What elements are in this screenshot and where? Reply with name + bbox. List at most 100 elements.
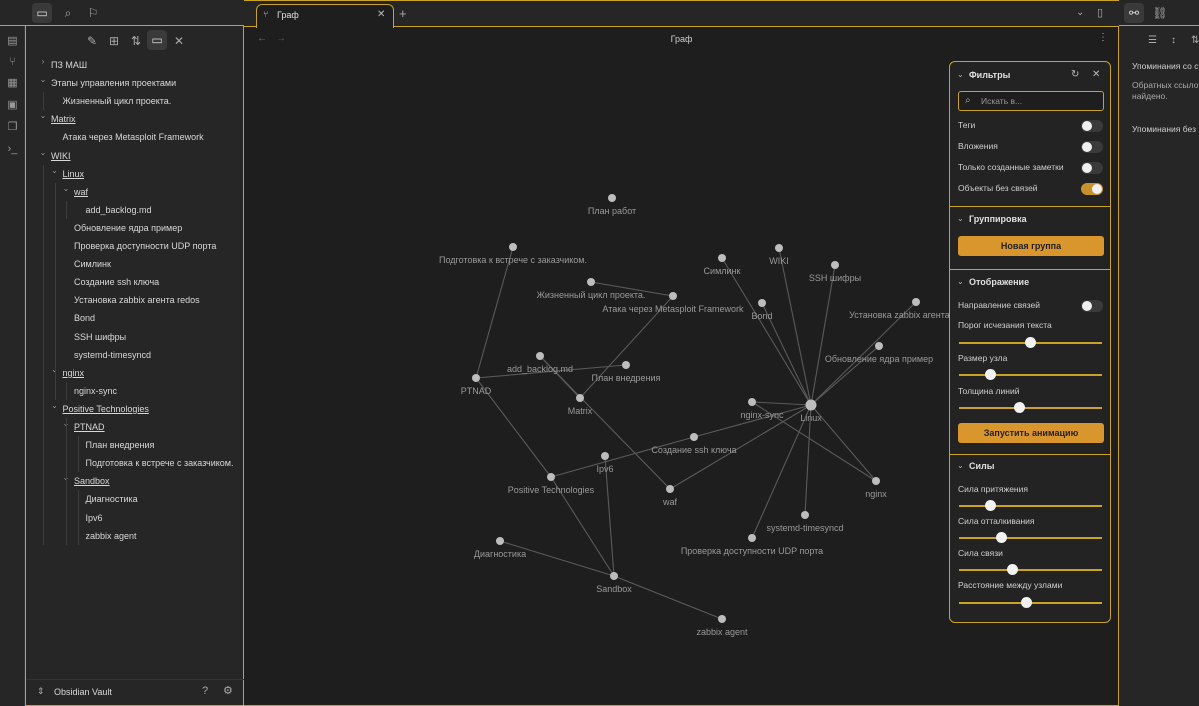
chevron-down-icon[interactable]: ⌄ — [38, 148, 48, 157]
tree-file[interactable]: План внедрения — [86, 436, 155, 454]
calendar-icon[interactable]: ▣ — [0, 94, 25, 115]
slider-text-fade[interactable] — [959, 337, 1102, 348]
close-tab-icon[interactable]: ✕ — [377, 9, 385, 20]
tree-file[interactable]: Создание ssh ключа — [74, 273, 159, 291]
tree-folder[interactable]: Sandbox — [74, 472, 110, 490]
graph-node[interactable] — [690, 433, 698, 441]
slider-link-distance[interactable] — [959, 597, 1102, 608]
new-folder-icon[interactable]: ⊞ — [104, 31, 124, 51]
close-icon[interactable]: ✕ — [1092, 69, 1100, 80]
tree-file[interactable]: Обновление ядра пример — [74, 219, 182, 237]
tree-folder[interactable]: Matrix — [51, 110, 76, 128]
toggle-arrows[interactable] — [1081, 300, 1103, 312]
graph-node[interactable] — [775, 244, 783, 252]
collapse-all-icon[interactable]: ✕ — [169, 31, 189, 51]
folder-icon[interactable]: ▭ — [32, 3, 52, 23]
help-icon[interactable]: ? — [202, 685, 208, 697]
tab-graph[interactable]: ⑂ Граф ✕ — [256, 4, 394, 28]
settings-icon[interactable]: ⚙ — [223, 684, 233, 697]
chevron-down-icon[interactable]: ⌄ — [957, 461, 964, 470]
graph-node[interactable] — [608, 194, 616, 202]
graph-node[interactable] — [587, 278, 595, 286]
chevron-down-icon[interactable]: ⌄ — [1076, 7, 1084, 18]
graph-node[interactable] — [912, 298, 920, 306]
graph-node[interactable] — [872, 477, 880, 485]
new-tab-icon[interactable]: + — [399, 6, 407, 21]
toggle-existing-only[interactable] — [1081, 162, 1103, 174]
slider-center-force[interactable] — [959, 500, 1102, 511]
graph-node[interactable] — [509, 243, 517, 251]
tree-file[interactable]: nginx-sync — [74, 382, 117, 400]
graph-node[interactable] — [875, 342, 883, 350]
tree-file[interactable]: zabbix agent — [86, 527, 137, 545]
graph-node[interactable] — [669, 292, 677, 300]
chevron-down-icon[interactable]: ⌄ — [38, 75, 48, 84]
tree-folder[interactable]: ПЗ МАШ — [51, 56, 87, 74]
tree-file[interactable]: Bond — [74, 309, 95, 327]
toggle-attachments[interactable] — [1081, 141, 1103, 153]
graph-node[interactable] — [831, 261, 839, 269]
tree-file[interactable]: Жизненный цикл проекта. — [63, 92, 172, 110]
chevron-down-icon[interactable]: ⌄ — [957, 70, 964, 79]
tree-file[interactable]: Диагностика — [86, 490, 138, 508]
graph-node[interactable] — [601, 452, 609, 460]
bookmark-icon[interactable]: ⚐ — [83, 3, 103, 23]
chevron-down-icon[interactable]: ⌄ — [38, 111, 48, 120]
graph-node[interactable] — [622, 361, 630, 369]
auto-reveal-icon[interactable]: ▭ — [147, 30, 167, 50]
slider-link-force[interactable] — [959, 564, 1102, 575]
list-icon[interactable]: ☰ — [1148, 35, 1157, 46]
tree-file[interactable]: add_backlog.md — [86, 201, 152, 219]
tree-file[interactable]: Симлинк — [74, 255, 111, 273]
graph-node[interactable] — [758, 299, 766, 307]
toggle-tags[interactable] — [1081, 120, 1103, 132]
unlinked-mentions-title[interactable]: Упоминания без — [1132, 124, 1196, 134]
tree-folder[interactable]: WIKI — [51, 147, 71, 165]
blocks-icon[interactable]: ▦ — [0, 72, 25, 93]
tree-file[interactable]: Установка zabbix агента redos — [74, 291, 200, 309]
chevron-down-icon[interactable]: ⌄ — [957, 214, 964, 223]
outgoing-links-icon[interactable]: ⛓ — [1150, 3, 1170, 23]
graph-node[interactable] — [718, 254, 726, 262]
more-options-icon[interactable]: ⋮ — [1098, 32, 1108, 43]
slider-repel-force[interactable] — [959, 532, 1102, 543]
graph-node[interactable] — [610, 572, 618, 580]
graph-node[interactable] — [666, 485, 674, 493]
tree-folder[interactable]: waf — [74, 183, 88, 201]
tree-file[interactable]: Подготовка к встрече с заказчиком. — [86, 454, 234, 472]
chevron-down-icon[interactable]: ⌄ — [50, 166, 60, 175]
slider-node-size[interactable] — [959, 369, 1102, 380]
file-icon[interactable]: ▤ — [0, 30, 25, 51]
tree-folder[interactable]: Linux — [63, 165, 85, 183]
tree-folder[interactable]: nginx — [63, 364, 85, 382]
linked-mentions-title[interactable]: Упоминания со с — [1132, 61, 1198, 71]
tree-folder[interactable]: Positive Technologies — [63, 400, 149, 418]
new-note-icon[interactable]: ✎ — [82, 31, 102, 51]
chevron-down-icon[interactable]: ⌄ — [957, 277, 964, 286]
graph-node[interactable] — [536, 352, 544, 360]
graph-node[interactable] — [718, 615, 726, 623]
tree-folder[interactable]: Этапы управления проектами — [51, 74, 176, 92]
tree-file[interactable]: Ipv6 — [86, 509, 103, 527]
terminal-icon[interactable]: ›_ — [0, 138, 25, 159]
animate-button[interactable]: Запустить анимацию — [958, 423, 1104, 443]
graph-node[interactable] — [805, 399, 817, 411]
backlinks-icon[interactable]: ⚯ — [1124, 3, 1144, 23]
tree-folder[interactable]: PTNAD — [74, 418, 105, 436]
chevron-down-icon[interactable]: ⌄ — [50, 401, 60, 410]
sort-icon[interactable]: ⇅ — [1191, 35, 1199, 46]
reset-icon[interactable]: ↻ — [1071, 69, 1079, 80]
tree-file[interactable]: SSH шифры — [74, 328, 126, 346]
tree-file[interactable]: Атака через Metasploit Framework — [63, 128, 204, 146]
sort-icon[interactable]: ⇅ — [126, 31, 146, 51]
tree-file[interactable]: Проверка доступности UDP порта — [74, 237, 216, 255]
copy-icon[interactable]: ❐ — [0, 116, 25, 137]
vault-switcher[interactable]: ⇕ Obsidian Vault ? ⚙ — [26, 679, 245, 705]
new-group-button[interactable]: Новая группа — [958, 236, 1104, 256]
tree-file[interactable]: systemd-timesyncd — [74, 346, 151, 364]
expand-icon[interactable]: ↕ — [1171, 35, 1176, 46]
graph-node[interactable] — [801, 511, 809, 519]
graph-node[interactable] — [748, 398, 756, 406]
graph-node[interactable] — [748, 534, 756, 542]
toggle-orphans[interactable] — [1081, 183, 1103, 195]
